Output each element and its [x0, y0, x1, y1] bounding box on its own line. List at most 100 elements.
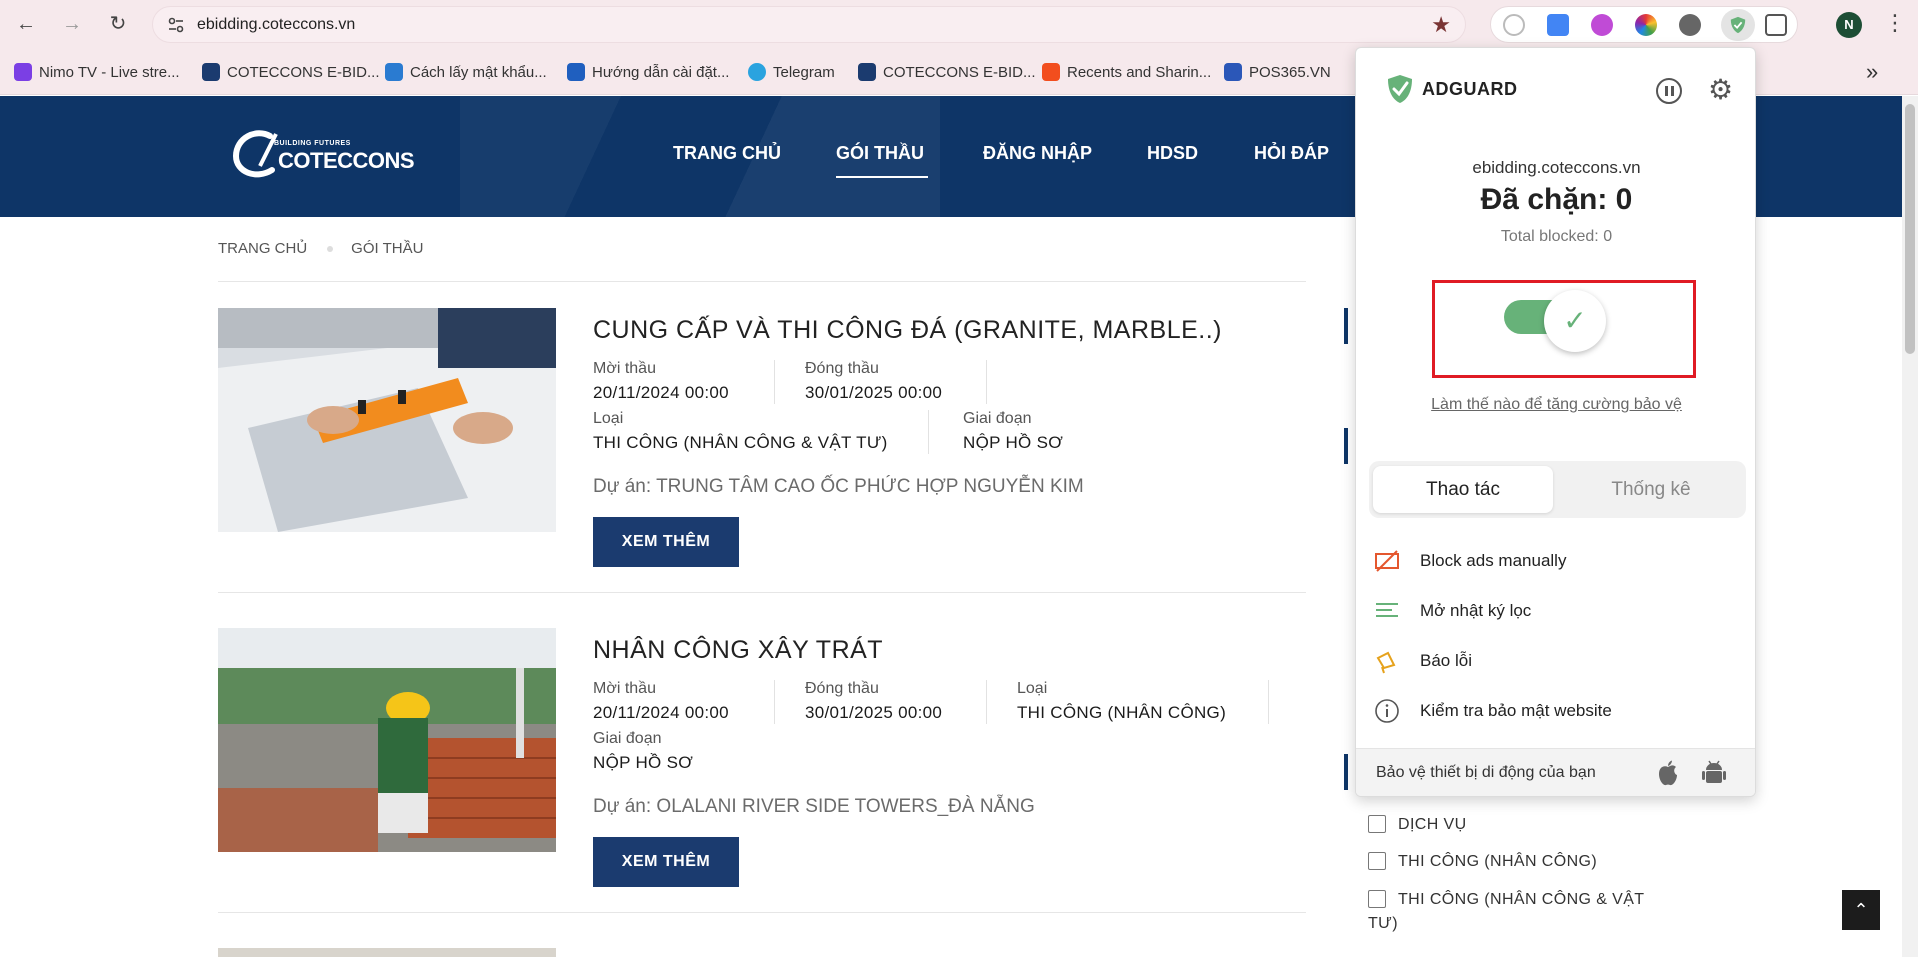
gear-icon[interactable]: ⚙	[1708, 76, 1733, 104]
bookmark-item[interactable]: Hướng dẫn cài đặt...	[567, 61, 729, 83]
sidebar-accent	[1344, 428, 1348, 464]
checkbox[interactable]	[1368, 890, 1386, 908]
bid-image[interactable]	[218, 628, 556, 852]
breadcrumb-separator	[327, 245, 334, 252]
filter-thi-cong-nhan-cong[interactable]: THI CÔNG (NHÂN CÔNG)	[1368, 850, 1597, 874]
bookmark-label: Cách lấy mật khẩu...	[410, 63, 547, 81]
sidebar-accent	[1344, 308, 1348, 344]
scrollbar-thumb[interactable]	[1905, 104, 1915, 354]
project-name: Dự án: TRUNG TÂM CAO ỐC PHỨC HỢP NGUYỄN …	[593, 476, 1084, 497]
nav-goi-thau[interactable]: GÓI THẦU	[836, 143, 924, 164]
url-text[interactable]: ebidding.coteccons.vn	[197, 16, 355, 34]
extension-adguard-icon[interactable]	[1721, 9, 1755, 41]
current-domain: ebidding.coteccons.vn	[1472, 158, 1641, 177]
bookmark-item[interactable]: COTECCONS E-BID...	[858, 61, 1036, 83]
nav-trang-chu[interactable]: TRANG CHỦ	[673, 143, 781, 164]
bookmark-item[interactable]: Recents and Sharin...	[1042, 61, 1211, 83]
enhance-protection-link[interactable]: Làm thế nào để tăng cường bảo vệ	[1356, 396, 1755, 414]
bookmark-star-icon[interactable]: ★	[1431, 12, 1451, 38]
extension-translate-icon[interactable]	[1547, 14, 1569, 36]
meta-divider	[774, 680, 775, 724]
bid-image[interactable]	[218, 308, 556, 532]
checkbox[interactable]	[1368, 852, 1386, 870]
filter-dich-vu[interactable]: DỊCH VỤ	[1368, 813, 1467, 837]
dong-thau-label: Đóng thầu	[805, 360, 879, 377]
apple-icon[interactable]	[1656, 759, 1680, 787]
site-settings-icon[interactable]	[167, 16, 185, 34]
bookmark-item[interactable]: Telegram	[748, 61, 835, 83]
reload-button[interactable]: ↻	[106, 12, 130, 36]
adguard-shield-icon	[1388, 75, 1412, 103]
bookmark-item[interactable]: Nimo TV - Live stre...	[14, 61, 180, 83]
chevron-up-icon: ⌃	[1853, 900, 1869, 920]
block-ads-manually-action[interactable]: Block ads manually	[1374, 548, 1566, 574]
xem-them-button[interactable]: XEM THÊM	[593, 837, 739, 887]
action-label: Báo lỗi	[1420, 651, 1472, 670]
giai-doan-label: Giai đoạn	[963, 410, 1032, 427]
project-name: Dự án: OLALANI RIVER SIDE TOWERS_ĐÀ NẴNG	[593, 796, 1035, 817]
action-label: Block ads manually	[1420, 551, 1567, 570]
website-security-check-action[interactable]: Kiểm tra bảo mật website	[1374, 698, 1612, 724]
bookmark-label: Recents and Sharin...	[1067, 63, 1212, 81]
bookmark-item[interactable]: Cách lấy mật khẩu...	[385, 61, 547, 83]
bid-title[interactable]: CUNG CẤP VÀ THI CÔNG ĐÁ (GRANITE, MARBLE…	[593, 316, 1222, 345]
bookmark-item[interactable]: COTECCONS E-BID...	[202, 61, 380, 83]
nav-hdsd[interactable]: HDSD	[1147, 143, 1198, 164]
android-icon[interactable]	[1702, 759, 1726, 787]
adguard-brand: ADGUARD	[1386, 74, 1518, 104]
info-icon	[1375, 699, 1399, 723]
bookmark-favicon	[385, 63, 403, 81]
filter-log-action[interactable]: Mở nhật ký lọc	[1374, 598, 1531, 624]
extension-compass-icon[interactable]	[1503, 14, 1525, 36]
forward-button[interactable]: →	[60, 12, 84, 36]
extension-cursor-icon[interactable]	[1679, 14, 1701, 36]
nav-hoi-dap[interactable]: HỎI ĐÁP	[1254, 143, 1329, 164]
extension-brain-icon[interactable]	[1591, 14, 1613, 36]
filter-label: DỊCH VỤ	[1398, 816, 1467, 833]
bid-title[interactable]: NHÂN CÔNG XÂY TRÁT	[593, 636, 883, 665]
report-issue-action[interactable]: Báo lỗi	[1374, 648, 1472, 674]
back-button[interactable]: ←	[14, 12, 38, 36]
extensions-puzzle-icon[interactable]	[1765, 14, 1787, 36]
tab-thong-ke[interactable]: Thống kê	[1561, 466, 1741, 513]
browser-toolbar: ← → ↻ ebidding.coteccons.vn ★ N ⋮	[0, 0, 1918, 49]
dong-thau-value: 30/01/2025 00:00	[805, 383, 943, 402]
loai-value: THI CÔNG (NHÂN CÔNG)	[1017, 703, 1227, 722]
bid-card: NHÂN CÔNG XÂY TRÁT Mời thầu 20/11/2024 0…	[218, 628, 1306, 888]
bid-image[interactable]	[218, 948, 556, 957]
bid-card: CUNG CẤP VÀ THI CÔNG ĐÁ (GRANITE, MARBLE…	[218, 308, 1306, 568]
divider	[218, 592, 1306, 593]
bookmark-label: COTECCONS E-BID...	[883, 63, 1036, 81]
breadcrumb: TRANG CHỦ GÓI THẦU	[218, 240, 423, 257]
profile-avatar[interactable]: N	[1836, 12, 1862, 38]
dong-thau-value: 30/01/2025 00:00	[805, 703, 943, 722]
footer-text: Bảo vệ thiết bị di động của bạn	[1376, 764, 1596, 781]
nav-dang-nhap[interactable]: ĐĂNG NHẬP	[983, 143, 1092, 164]
total-blocked: Total blocked: 0	[1500, 228, 1613, 245]
xem-them-button[interactable]: XEM THÊM	[593, 517, 739, 567]
breadcrumb-home[interactable]: TRANG CHỦ	[218, 240, 307, 257]
divider	[218, 912, 1306, 913]
bookmark-favicon	[202, 63, 220, 81]
bookmark-label: COTECCONS E-BID...	[227, 63, 380, 81]
filter-thi-cong-nhan-cong-vat-tu[interactable]: THI CÔNG (NHÂN CÔNG & VẬT	[1368, 888, 1644, 912]
extension-color-icon[interactable]	[1635, 14, 1657, 36]
meta-divider	[986, 360, 987, 404]
bookmarks-overflow-icon[interactable]: »	[1866, 59, 1878, 85]
scroll-to-top-button[interactable]: ⌃	[1842, 890, 1880, 930]
bookmark-item[interactable]: POS365.VN	[1224, 61, 1331, 83]
pause-icon[interactable]	[1656, 78, 1682, 104]
telegram-icon	[748, 63, 766, 81]
page-scrollbar[interactable]	[1902, 96, 1918, 957]
action-label: Kiểm tra bảo mật website	[1420, 701, 1612, 720]
address-bar[interactable]: ebidding.coteccons.vn ★	[152, 6, 1466, 43]
loai-label: Loại	[593, 410, 624, 427]
giai-doan-value: NỘP HỒ SƠ	[963, 433, 1064, 452]
checkbox[interactable]	[1368, 815, 1386, 833]
filter-label: TƯ)	[1368, 915, 1398, 932]
coteccons-logo[interactable]: BUILDING FUTURES COTECCONS	[230, 126, 415, 181]
tab-thao-tac[interactable]: Thao tác	[1373, 466, 1553, 513]
meta-divider	[1268, 680, 1269, 724]
browser-menu-icon[interactable]: ⋮	[1884, 10, 1906, 36]
toggle-check-icon[interactable]: ✓	[1544, 290, 1606, 352]
